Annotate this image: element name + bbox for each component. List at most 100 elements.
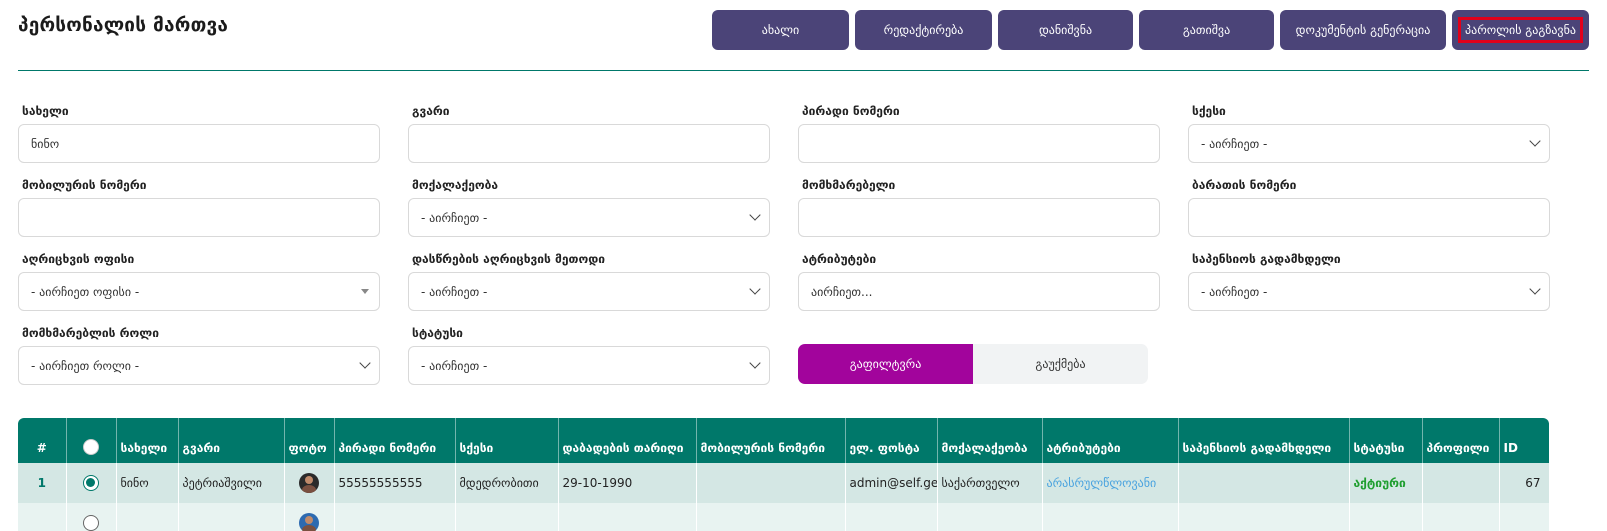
registration-office-field: აღრიცხვის ოფისი - აირჩიეთ ოფისი -: [18, 246, 380, 320]
gender-select[interactable]: - აირჩიეთ -: [1188, 124, 1550, 163]
row-status: [1349, 503, 1423, 531]
col-select-all[interactable]: [66, 418, 117, 463]
card-number-input[interactable]: [1188, 198, 1550, 237]
row-status: აქტიური: [1349, 463, 1423, 503]
personal-number-input[interactable]: [798, 124, 1160, 163]
col-attributes[interactable]: ატრიბუტები: [1042, 418, 1179, 463]
surname-input[interactable]: [408, 124, 770, 163]
attendance-method-select-value: - აირჩიეთ -: [421, 284, 488, 299]
chevron-down-icon: [359, 357, 371, 369]
personal-number-field: პირადი ნომერი: [798, 98, 1160, 172]
row-name: [116, 503, 179, 531]
user-role-field: მომხმარებლის როლი - აირჩიეთ როლი -: [18, 320, 380, 394]
row-citizenship: საქართველო: [937, 463, 1043, 503]
row-id: 67: [1499, 463, 1549, 503]
row-birth-date: [558, 503, 697, 531]
col-pension-payer[interactable]: საპენსიოს გადამხდელი: [1178, 418, 1350, 463]
mobile-field: მობილურის ნომერი: [18, 172, 380, 246]
row-select[interactable]: [66, 503, 117, 531]
col-birth-date[interactable]: დაბადების თარიღი: [558, 418, 697, 463]
attributes-multiselect[interactable]: აირჩიეთ...: [798, 272, 1160, 311]
select-all-radio[interactable]: [83, 439, 99, 455]
row-pension-payer: [1178, 503, 1350, 531]
row-birth-date: 29-10-1990: [558, 463, 697, 503]
gender-select-value: - აირჩიეთ -: [1201, 136, 1268, 151]
appoint-button[interactable]: დანიშვნა: [998, 10, 1133, 50]
gender-label: სქესი: [1192, 104, 1226, 118]
pension-payer-select[interactable]: - აირჩიეთ -: [1188, 272, 1550, 311]
attributes-placeholder: აირჩიეთ...: [811, 284, 873, 299]
col-status[interactable]: სტატუსი: [1349, 418, 1423, 463]
personal-number-label: პირადი ნომერი: [802, 104, 900, 118]
row-index: 1: [18, 463, 67, 503]
personnel-table: # სახელი გვარი ფოტო პირადი ნომერი სქესი …: [18, 418, 1549, 531]
table-row[interactable]: 1 ნინო პეტრიაშვილი 55555555555 მდედრობით…: [18, 463, 1549, 503]
row-photo: [284, 463, 335, 503]
surname-label: გვარი: [412, 104, 450, 118]
mobile-input[interactable]: [18, 198, 380, 237]
row-mobile: [696, 503, 846, 531]
row-id: [1499, 503, 1549, 531]
row-attributes-link[interactable]: არასრულწლოვანი: [1042, 463, 1179, 503]
filter-button[interactable]: გაფილტვრა: [798, 344, 973, 384]
col-gender[interactable]: სქესი: [455, 418, 559, 463]
user-field: მომხმარებელი: [798, 172, 1160, 246]
row-radio[interactable]: [83, 515, 99, 531]
row-surname: [178, 503, 285, 531]
row-profile[interactable]: [1422, 503, 1500, 531]
row-citizenship: [937, 503, 1043, 531]
name-field: სახელი ნინო: [18, 98, 380, 172]
row-gender: მდედრობითი: [455, 463, 559, 503]
status-select[interactable]: - აირჩიეთ -: [408, 346, 770, 385]
user-label: მომხმარებელი: [802, 178, 896, 192]
new-button[interactable]: ახალი: [712, 10, 849, 50]
generate-document-button[interactable]: დოკუმენტის გენერაცია: [1280, 10, 1446, 50]
chevron-down-icon: [749, 283, 761, 295]
registration-office-select[interactable]: - აირჩიეთ ოფისი -: [18, 272, 380, 311]
gender-field: სქესი - აირჩიეთ -: [1188, 98, 1550, 172]
citizenship-select[interactable]: - აირჩიეთ -: [408, 198, 770, 237]
name-label: სახელი: [22, 104, 69, 118]
registration-office-label: აღრიცხვის ოფისი: [22, 252, 135, 266]
row-personal-number: [334, 503, 456, 531]
citizenship-field: მოქალაქეობა - აირჩიეთ -: [408, 172, 770, 246]
col-profile[interactable]: პროფილი: [1422, 418, 1500, 463]
attendance-method-field: დასწრების აღრიცხვის მეთოდი - აირჩიეთ -: [408, 246, 770, 320]
card-number-field: ბარათის ნომერი: [1188, 172, 1550, 246]
row-radio[interactable]: [83, 475, 99, 491]
edit-button[interactable]: რედაქტირება: [855, 10, 992, 50]
attendance-method-select[interactable]: - აირჩიეთ -: [408, 272, 770, 311]
pension-payer-field: საპენსიოს გადამხდელი - აირჩიეთ -: [1188, 246, 1550, 320]
attributes-field: ატრიბუტები აირჩიეთ...: [798, 246, 1160, 320]
col-surname[interactable]: გვარი: [178, 418, 285, 463]
col-citizenship[interactable]: მოქალაქეობა: [937, 418, 1043, 463]
surname-field: გვარი: [408, 98, 770, 172]
col-mobile[interactable]: მობილურის ნომერი: [696, 418, 846, 463]
row-profile[interactable]: [1422, 463, 1500, 503]
filter-form: სახელი ნინო გვარი პირადი ნომერი სქესი - …: [18, 98, 1589, 394]
chevron-down-icon: [749, 209, 761, 221]
cancel-button[interactable]: გაუქმება: [973, 344, 1148, 384]
dismiss-button[interactable]: გათიშვა: [1139, 10, 1274, 50]
col-name[interactable]: სახელი: [116, 418, 179, 463]
citizenship-select-value: - აირჩიეთ -: [421, 210, 488, 225]
caret-down-icon: [361, 289, 369, 294]
col-personal-number[interactable]: პირადი ნომერი: [334, 418, 456, 463]
col-email[interactable]: ელ. ფოსტა: [845, 418, 938, 463]
row-select[interactable]: [66, 463, 117, 503]
user-role-select[interactable]: - აირჩიეთ როლი -: [18, 346, 380, 385]
user-input[interactable]: [798, 198, 1160, 237]
col-photo: ფოტო: [284, 418, 335, 463]
col-id[interactable]: ID: [1499, 418, 1549, 463]
send-password-button[interactable]: პაროლის გაგზავნა: [1452, 10, 1589, 50]
chevron-down-icon: [749, 357, 761, 369]
row-index: [18, 503, 67, 531]
name-input[interactable]: ნინო: [18, 124, 380, 163]
table-row[interactable]: [18, 503, 1549, 531]
row-pension-payer: [1178, 463, 1350, 503]
attributes-label: ატრიბუტები: [802, 252, 877, 266]
chevron-down-icon: [1529, 283, 1541, 295]
row-gender: [455, 503, 559, 531]
pension-payer-select-value: - აირჩიეთ -: [1201, 284, 1268, 299]
status-field: სტატუსი - აირჩიეთ -: [408, 320, 770, 394]
